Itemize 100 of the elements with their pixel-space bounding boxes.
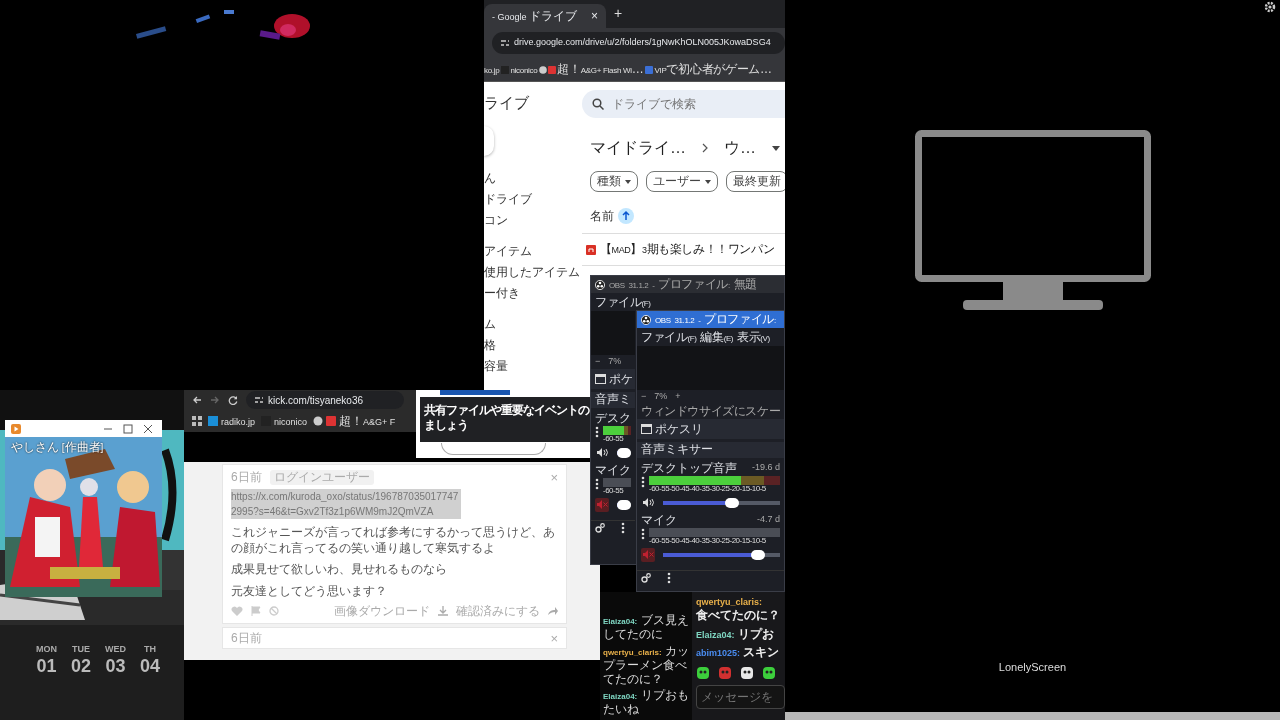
sidebar-item[interactable]: 使用したアイテム bbox=[484, 262, 582, 283]
sidebar-item[interactable]: コン bbox=[484, 210, 582, 231]
mixer-title: 音声ミキサー bbox=[637, 442, 784, 458]
file-icon bbox=[586, 244, 596, 255]
address-bar[interactable]: drive.google.com/drive/u/2/folders/1gNwKhOLN005JKowaDSG4 bbox=[492, 32, 785, 54]
menu-item[interactable]: 表示(V) bbox=[737, 329, 770, 345]
sidebar-item[interactable]: ム bbox=[484, 314, 582, 335]
slider-thumb[interactable] bbox=[750, 549, 765, 560]
caret-icon bbox=[625, 179, 631, 184]
weekday-label: TH bbox=[144, 643, 157, 656]
scrollbar[interactable] bbox=[785, 712, 1280, 720]
reload-icon[interactable] bbox=[228, 395, 238, 405]
sidebar-item[interactable]: アイテム bbox=[484, 241, 582, 262]
sidebar-item[interactable]: ドライブ bbox=[484, 189, 582, 210]
channel-name: デスク bbox=[595, 411, 631, 426]
zoom-out-button[interactable]: − bbox=[595, 355, 601, 369]
chat-message: qwertyu_claris: カップラーメン食べてたのに？ bbox=[603, 645, 690, 687]
bookmark-link[interactable]: niconico bbox=[510, 62, 538, 77]
apps-icon[interactable] bbox=[192, 416, 202, 426]
emote-icon[interactable] bbox=[696, 665, 710, 680]
volume-slider[interactable] bbox=[663, 500, 780, 505]
caret-icon bbox=[705, 179, 711, 184]
meter-scale: -60-55 bbox=[603, 486, 624, 496]
caret-icon[interactable] bbox=[772, 145, 780, 151]
search-icon bbox=[592, 98, 604, 110]
channel-name: マイク bbox=[595, 462, 631, 478]
emote-icon[interactable] bbox=[740, 665, 754, 680]
more-icon[interactable] bbox=[641, 476, 645, 488]
app-label: LonelyScreen bbox=[998, 659, 1067, 675]
level-reading: -4.7 d bbox=[757, 512, 780, 526]
forward-icon[interactable] bbox=[210, 395, 220, 405]
weekday-label: MON bbox=[36, 643, 57, 656]
settings-icon[interactable] bbox=[1264, 1, 1276, 13]
more-icon[interactable] bbox=[667, 572, 671, 585]
app-title: ライブ bbox=[484, 93, 530, 113]
weekday-label: WED bbox=[105, 643, 127, 656]
chat-input[interactable]: メッセージを bbox=[696, 684, 785, 709]
breadcrumb-item[interactable]: ウ… bbox=[724, 136, 756, 160]
bookmark-icon bbox=[208, 416, 218, 426]
window-title: OBS 31.1.2 - プロファイル: 無題 bbox=[609, 277, 757, 292]
bookmark-link[interactable]: radiko.jp bbox=[221, 413, 256, 429]
window-title: OBS 31.1.2 - プロファイル: bbox=[655, 312, 776, 327]
new-tab-button[interactable]: + bbox=[614, 3, 623, 24]
window-icon bbox=[595, 374, 606, 384]
meter-scale: -60-55-50-45-40-35-30-25-20-15-10-5 bbox=[649, 485, 766, 494]
filter-chip[interactable]: 種類 bbox=[590, 171, 638, 192]
site-info-icon[interactable] bbox=[500, 38, 510, 48]
date-number: 04 bbox=[140, 656, 161, 675]
menu-item[interactable]: ファイル(F) bbox=[641, 329, 697, 345]
sidebar-item[interactable]: 格 bbox=[484, 335, 582, 356]
zoom-out-button[interactable]: − bbox=[641, 390, 647, 404]
bookmark-link[interactable]: 超！A&G+ Flash Wi… bbox=[557, 62, 644, 77]
window-icon bbox=[641, 424, 652, 434]
monitor-icon bbox=[914, 130, 1151, 312]
audio-meter bbox=[603, 477, 631, 487]
zoom-level: 7% bbox=[608, 355, 622, 369]
bookmark-link[interactable]: VIPで初心者がゲーム… bbox=[654, 62, 772, 77]
obs-logo-icon bbox=[595, 279, 605, 290]
back-icon[interactable] bbox=[192, 395, 202, 405]
column-header[interactable]: 名前 bbox=[590, 208, 614, 224]
file-row[interactable]: 【MAD】3期も楽しみ！！ワンパン bbox=[582, 234, 785, 266]
date-number: 03 bbox=[105, 656, 126, 675]
more-icon[interactable] bbox=[595, 477, 599, 490]
bookmark-icon bbox=[645, 65, 654, 74]
comment-text: 元友達としてどう思います？ bbox=[231, 582, 388, 599]
chat-message: Elaiza04: リプお bbox=[696, 626, 775, 642]
slider-thumb[interactable] bbox=[724, 497, 739, 508]
address-bar[interactable]: kick.com/tisyaneko36 bbox=[246, 391, 404, 409]
more-icon[interactable] bbox=[621, 522, 625, 535]
zoom-in-button[interactable]: + bbox=[675, 390, 681, 404]
globe-icon[interactable] bbox=[539, 65, 548, 74]
bookmark-link[interactable]: niconico bbox=[274, 413, 308, 429]
search-field[interactable]: ドライブで検索 bbox=[582, 90, 785, 118]
bookmark-link[interactable]: 超！A&G+ F bbox=[339, 413, 396, 429]
weekday-label: TUE bbox=[72, 643, 90, 656]
sidebar-item[interactable]: 容量 bbox=[484, 356, 582, 377]
emote-icon[interactable] bbox=[762, 665, 776, 680]
more-icon[interactable] bbox=[595, 426, 599, 438]
gear-icon[interactable] bbox=[641, 573, 651, 584]
site-info-icon[interactable] bbox=[254, 395, 264, 405]
close-tab-button[interactable]: × bbox=[591, 8, 598, 24]
date-number: 01 bbox=[36, 656, 57, 675]
comment-text: これジャニーズが言ってれば参考にするかって思うけど、あの顔がこれ言ってるの笑い通り越して寒気するよ bbox=[231, 524, 556, 557]
bookmark-icon bbox=[548, 65, 557, 74]
menu-item[interactable]: 編集(E) bbox=[700, 329, 734, 345]
bookmark-link[interactable]: ko.jp bbox=[484, 62, 500, 77]
sidebar-item[interactable]: ん bbox=[484, 168, 582, 189]
browser-tab[interactable]: - Google ドライブ × bbox=[484, 4, 606, 28]
menu-item[interactable]: ファイル(F) bbox=[595, 294, 651, 310]
gear-icon[interactable] bbox=[595, 523, 605, 534]
preview-area bbox=[591, 311, 635, 355]
breadcrumb-item[interactable]: マイドライ… bbox=[590, 136, 686, 160]
sidebar-item[interactable]: ー付き bbox=[484, 283, 582, 304]
filter-chip[interactable]: ユーザー bbox=[646, 171, 718, 192]
channel-name: マイク bbox=[641, 512, 677, 528]
timestamp: 6日前 bbox=[231, 470, 262, 485]
date-number: 02 bbox=[71, 656, 92, 675]
scale-label[interactable]: ウィンドウサイズにスケー bbox=[637, 404, 784, 419]
more-icon[interactable] bbox=[641, 527, 645, 540]
globe-icon[interactable] bbox=[313, 416, 324, 426]
